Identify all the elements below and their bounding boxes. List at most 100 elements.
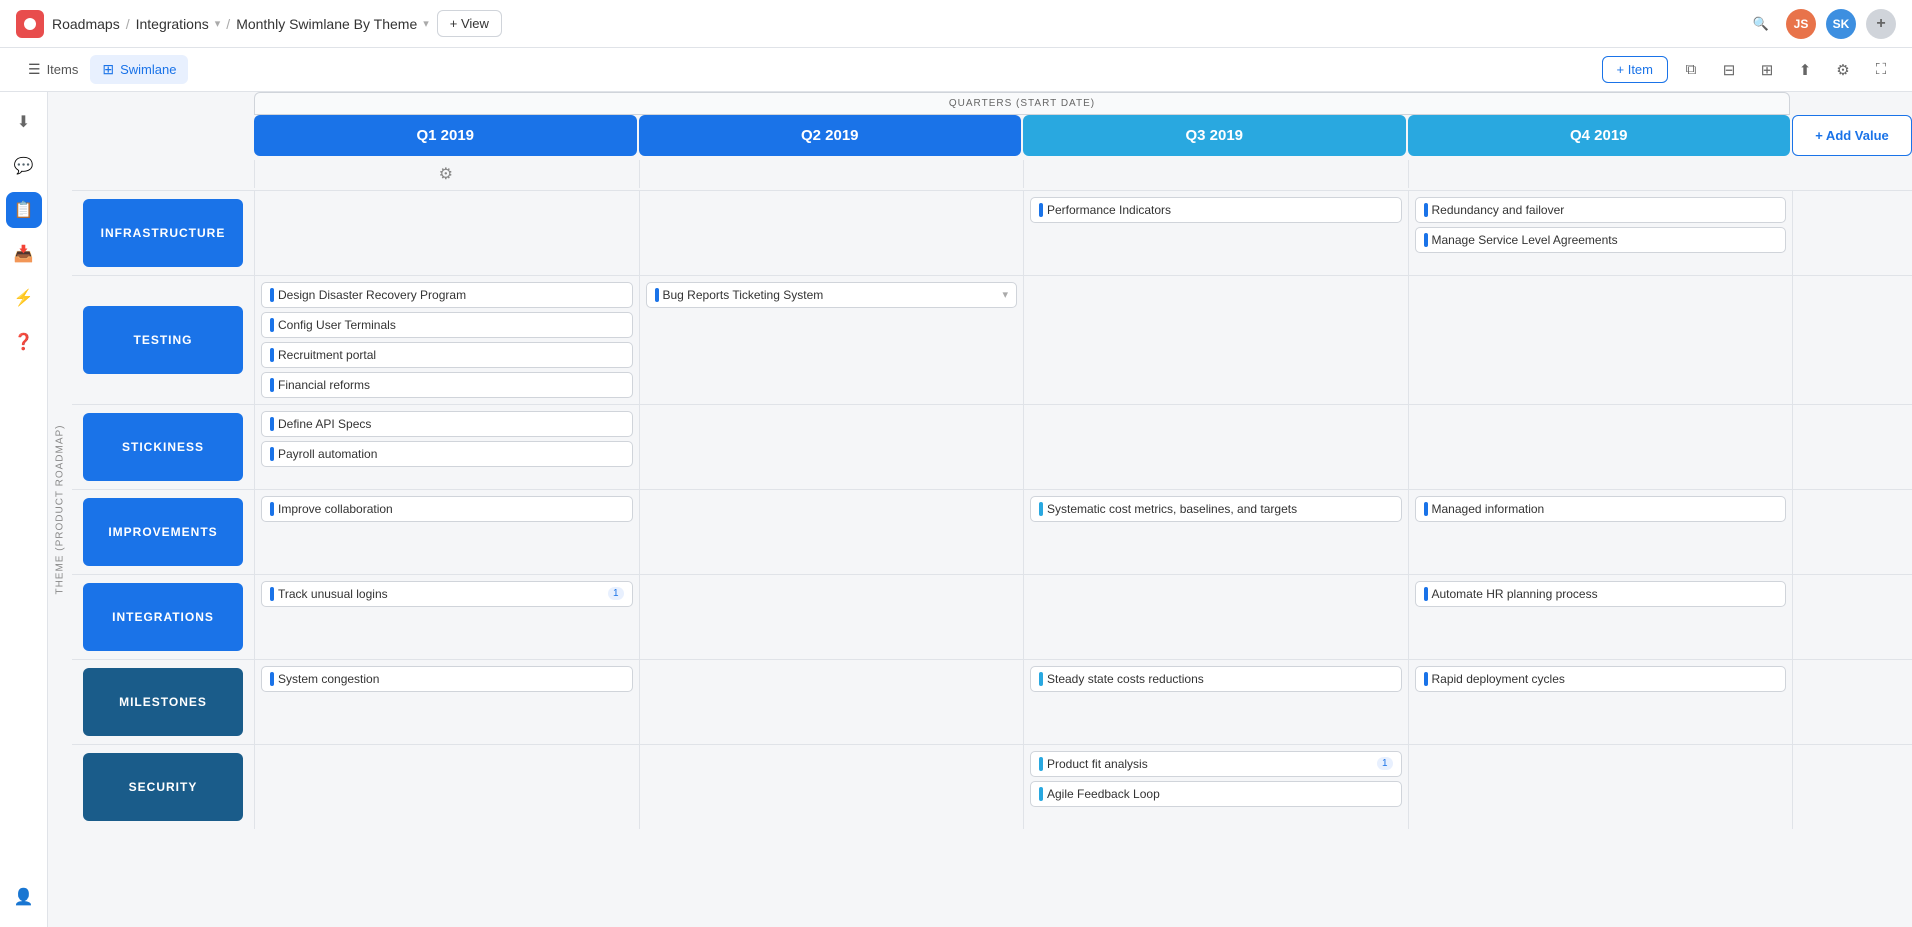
- tab-items[interactable]: ☰ Items: [16, 55, 90, 84]
- card-badge: 1: [608, 587, 624, 600]
- swim-cell-integrations-q4: Automate HR planning process: [1408, 575, 1793, 659]
- card-text: Financial reforms: [278, 378, 624, 392]
- card-bar: [270, 672, 274, 686]
- card-badge: 1: [1377, 757, 1393, 770]
- col-header-q2[interactable]: Q2 2019: [639, 115, 1022, 156]
- tab-swimlane[interactable]: ⊞ Swimlane: [90, 55, 188, 84]
- fullscreen-icon[interactable]: ⛶: [1866, 55, 1896, 85]
- card-bar: [1039, 502, 1043, 516]
- card-text: Recruitment portal: [278, 348, 624, 362]
- card-text: Payroll automation: [278, 447, 624, 461]
- card[interactable]: System congestion: [261, 666, 633, 692]
- card[interactable]: Product fit analysis 1: [1030, 751, 1402, 777]
- col-header-q1[interactable]: Q1 2019: [254, 115, 637, 156]
- breadcrumb-chevron-1[interactable]: ▾: [215, 17, 221, 30]
- col-settings-q4: [1408, 160, 1791, 188]
- swim-label-cell-stickiness: STICKINESS: [72, 405, 254, 489]
- search-icon[interactable]: 🔍: [1746, 9, 1776, 39]
- col-header-q4[interactable]: Q4 2019: [1408, 115, 1791, 156]
- card-text: Steady state costs reductions: [1047, 672, 1393, 686]
- sidebar-icon-download[interactable]: ⬇: [6, 104, 42, 140]
- card-text: Bug Reports Ticketing System: [663, 288, 999, 302]
- settings-row: ⚙: [254, 160, 1912, 188]
- card-text: Manage Service Level Agreements: [1432, 233, 1778, 247]
- card[interactable]: Managed information: [1415, 496, 1787, 522]
- col-header-q3[interactable]: Q3 2019: [1023, 115, 1406, 156]
- swim-label-security[interactable]: SECURITY: [83, 753, 243, 821]
- card[interactable]: Automate HR planning process: [1415, 581, 1787, 607]
- swim-row-integrations: INTEGRATIONS Track unusual logins1 Automat…: [72, 574, 1912, 659]
- card[interactable]: Manage Service Level Agreements: [1415, 227, 1787, 253]
- avatar-sk[interactable]: SK: [1826, 9, 1856, 39]
- swim-cell-infrastructure-q3: Performance Indicators: [1023, 191, 1408, 275]
- swim-label-infrastructure[interactable]: INFRASTRUCTURE: [83, 199, 243, 267]
- card[interactable]: Define API Specs: [261, 411, 633, 437]
- swim-cell-integrations-q3: [1023, 575, 1408, 659]
- breadcrumb-sep-1: /: [126, 16, 130, 32]
- swim-row-improvements: IMPROVEMENTS Improve collaboration Systema…: [72, 489, 1912, 574]
- avatar-add[interactable]: +: [1866, 9, 1896, 39]
- card[interactable]: Payroll automation: [261, 441, 633, 467]
- card[interactable]: Track unusual logins1: [261, 581, 633, 607]
- card-bar: [270, 587, 274, 601]
- swim-label-testing[interactable]: TESTING: [83, 306, 243, 374]
- swim-label-integrations[interactable]: INTEGRATIONS: [83, 583, 243, 651]
- swim-cell-testing-q1: Design Disaster Recovery Program Config U…: [254, 276, 639, 404]
- card-text: Define API Specs: [278, 417, 624, 431]
- grid-icon[interactable]: ⊞: [1752, 55, 1782, 85]
- settings-q1-icon[interactable]: ⚙: [439, 164, 453, 184]
- swim-cell-milestones-q3: Steady state costs reductions: [1023, 660, 1408, 744]
- swim-cell-improvements-q4: Managed information: [1408, 490, 1793, 574]
- breadcrumb-integrations[interactable]: Integrations: [136, 16, 209, 32]
- sidebar-icon-user[interactable]: 👤: [6, 879, 42, 915]
- card-text: Rapid deployment cycles: [1432, 672, 1778, 686]
- card[interactable]: Performance Indicators: [1030, 197, 1402, 223]
- swim-row-infrastructure: INFRASTRUCTURE Performance Indicators Redu…: [72, 190, 1912, 275]
- breadcrumb-chevron-2[interactable]: ▾: [423, 17, 429, 30]
- card[interactable]: Improve collaboration: [261, 496, 633, 522]
- add-value-button[interactable]: + Add Value: [1792, 115, 1912, 156]
- swim-label-cell-integrations: INTEGRATIONS: [72, 575, 254, 659]
- swim-label-milestones[interactable]: MILESTONES: [83, 668, 243, 736]
- top-nav: Roadmaps / Integrations ▾ / Monthly Swim…: [0, 0, 1912, 48]
- swim-cell-testing-q2: Bug Reports Ticketing System▾: [639, 276, 1024, 404]
- card[interactable]: Systematic cost metrics, baselines, and …: [1030, 496, 1402, 522]
- settings-icon[interactable]: ⚙: [1828, 55, 1858, 85]
- card-text: System congestion: [278, 672, 624, 686]
- sidebar-icon-help[interactable]: ❓: [6, 324, 42, 360]
- card-text: Design Disaster Recovery Program: [278, 288, 624, 302]
- card-bar: [1039, 203, 1043, 217]
- card-text: Automate HR planning process: [1432, 587, 1778, 601]
- swim-cell-infrastructure-q2: [639, 191, 1024, 275]
- export-icon[interactable]: ⬆: [1790, 55, 1820, 85]
- card[interactable]: Recruitment portal: [261, 342, 633, 368]
- view-button[interactable]: + View: [437, 10, 502, 37]
- breadcrumb-roadmaps[interactable]: Roadmaps: [52, 16, 120, 32]
- card[interactable]: Redundancy and failover: [1415, 197, 1787, 223]
- card-text: Product fit analysis: [1047, 757, 1369, 771]
- add-item-button[interactable]: + Item: [1602, 56, 1669, 83]
- sidebar-icon-inbox[interactable]: 📥: [6, 236, 42, 272]
- breadcrumb-current[interactable]: Monthly Swimlane By Theme: [236, 16, 417, 32]
- swim-cell-stickiness-q1: Define API Specs Payroll automation: [254, 405, 639, 489]
- card[interactable]: Steady state costs reductions: [1030, 666, 1402, 692]
- card-chevron-icon[interactable]: ▾: [1002, 288, 1008, 301]
- card[interactable]: Bug Reports Ticketing System▾: [646, 282, 1018, 308]
- card-bar: [270, 348, 274, 362]
- swim-label-improvements[interactable]: IMPROVEMENTS: [83, 498, 243, 566]
- swim-row-security: SECURITY Product fit analysis 1 Agile Feedb…: [72, 744, 1912, 829]
- swim-label-stickiness[interactable]: STICKINESS: [83, 413, 243, 481]
- sidebar-icon-feedback[interactable]: 💬: [6, 148, 42, 184]
- card[interactable]: Design Disaster Recovery Program: [261, 282, 633, 308]
- filter-icon[interactable]: ⧉: [1676, 55, 1706, 85]
- swim-cell-improvements-q2: [639, 490, 1024, 574]
- card[interactable]: Financial reforms: [261, 372, 633, 398]
- layout-icon[interactable]: ⊟: [1714, 55, 1744, 85]
- avatar-js[interactable]: JS: [1786, 9, 1816, 39]
- card[interactable]: Config User Terminals: [261, 312, 633, 338]
- card[interactable]: Agile Feedback Loop: [1030, 781, 1402, 807]
- card-bar: [1424, 233, 1428, 247]
- card[interactable]: Rapid deployment cycles: [1415, 666, 1787, 692]
- sidebar-icon-roadmap[interactable]: 📋: [6, 192, 42, 228]
- sidebar-icon-lightning[interactable]: ⚡: [6, 280, 42, 316]
